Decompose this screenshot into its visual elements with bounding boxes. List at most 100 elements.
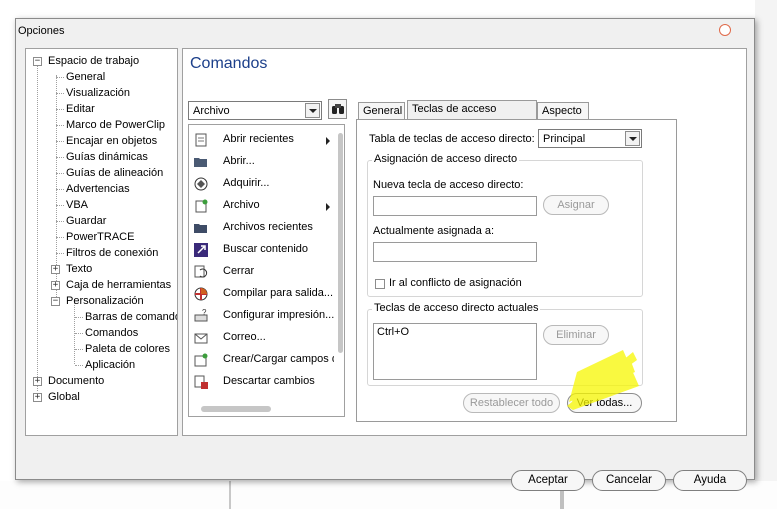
tree-item[interactable]: Caja de herramientas (66, 277, 171, 293)
goto-conflict-checkbox[interactable] (375, 279, 385, 289)
tree-item[interactable]: Marco de PowerClip (66, 117, 165, 133)
chevron-down-icon[interactable] (305, 103, 320, 118)
command-list-item[interactable]: Abrir recientes (189, 129, 334, 151)
category-combo[interactable]: Archivo (188, 101, 322, 120)
page-title: Comandos (190, 55, 268, 72)
assign-button[interactable]: Asignar (543, 195, 609, 215)
expand-icon[interactable]: + (33, 393, 42, 402)
collapse-icon[interactable]: − (33, 57, 42, 66)
tree-item[interactable]: Guardar (66, 213, 106, 229)
binoculars-search-icon[interactable] (328, 99, 347, 119)
chevron-down-icon[interactable] (625, 131, 640, 146)
command-list-item[interactable]: Crear/Cargar campos de (189, 349, 334, 371)
tree-guide-line (56, 109, 64, 110)
command-list-item[interactable]: Cerrar (189, 261, 334, 283)
tab-general[interactable]: General (358, 102, 405, 119)
tree-item[interactable]: Guías dinámicas (66, 149, 148, 165)
print-setup-icon: ? (193, 308, 209, 324)
accept-button[interactable]: Aceptar (511, 470, 585, 491)
category-combo-value: Archivo (193, 104, 230, 117)
shortcut-table-label: Tabla de teclas de acceso directo: (369, 133, 535, 145)
submenu-arrow-icon (326, 137, 330, 145)
window-title: Opciones (18, 25, 65, 37)
tab-appearance[interactable]: Aspecto (537, 102, 589, 119)
tree-item[interactable]: Paleta de colores (85, 341, 170, 357)
tree-guide-line (56, 173, 64, 174)
tree-item[interactable]: Global (48, 389, 80, 405)
delete-button[interactable]: Eliminar (543, 325, 609, 345)
tree-item[interactable]: Personalización (66, 293, 144, 309)
tree-item[interactable]: Filtros de conexión (66, 245, 158, 261)
assign-group-title: Asignación de acceso directo (372, 153, 520, 165)
expand-icon[interactable]: + (33, 377, 42, 386)
horizontal-scrollbar[interactable] (201, 406, 271, 412)
cancel-button[interactable]: Cancelar (592, 470, 666, 491)
tree-guide-line (75, 317, 83, 318)
current-shortcuts-title: Teclas de acceso directo actuales (372, 302, 541, 314)
tree-item[interactable]: Texto (66, 261, 92, 277)
tree-item[interactable]: PowerTRACE (66, 229, 134, 245)
submenu-arrow-icon (326, 203, 330, 211)
new-key-label: Nueva tecla de acceso directo: (373, 179, 524, 191)
tree-guide-line (56, 237, 64, 238)
tab-general-label: General (363, 105, 403, 117)
tree-item[interactable]: General (66, 69, 105, 85)
tree-item[interactable]: Advertencias (66, 181, 130, 197)
options-tree[interactable]: − Espacio de trabajo General Visualización E… (25, 48, 178, 436)
command-label: Crear/Cargar campos de (223, 353, 334, 365)
tree-guide-line (37, 61, 38, 391)
tree-item[interactable]: Barras de comandos (85, 309, 177, 325)
current-assigned-label: Actualmente asignada a: (373, 225, 495, 237)
expand-icon[interactable]: + (51, 281, 60, 290)
tree-item[interactable]: Encajar en objetos (66, 133, 157, 149)
tree-item[interactable]: Aplicación (85, 357, 135, 373)
assign-shortcut-group: Asignación de acceso directo Nueva tecla… (367, 153, 643, 297)
tree-guide-line (75, 333, 83, 334)
tree-guide-line (56, 77, 64, 78)
command-list-item[interactable]: Abrir... (189, 151, 334, 173)
command-list-item[interactable]: Descartar cambios (189, 371, 334, 393)
tree-guide-line (56, 93, 64, 94)
tree-item[interactable]: VBA (66, 197, 88, 213)
tab-appearance-label: Aspecto (542, 105, 582, 117)
command-list[interactable]: Descartar cambios Crear/Cargar campos de C… (188, 124, 345, 417)
command-label: Cerrar (223, 265, 255, 277)
shortcut-table-combo[interactable]: Principal (538, 129, 642, 148)
tree-guide-line (75, 365, 83, 366)
tree-item[interactable]: Comandos (85, 325, 138, 341)
tree-item[interactable]: Espacio de trabajo (48, 53, 139, 69)
tree-item[interactable]: Documento (48, 373, 104, 389)
highlighter-mark (567, 350, 639, 410)
folder-icon (193, 220, 209, 236)
command-list-item[interactable]: Archivos recientes (189, 217, 334, 239)
command-label: Correo... (223, 331, 266, 343)
command-label: Descartar cambios (223, 375, 315, 387)
compile-icon (193, 286, 209, 302)
vertical-scrollbar[interactable] (338, 133, 343, 353)
command-list-item[interactable]: ? Configurar impresión... (189, 305, 334, 327)
new-key-input[interactable] (373, 196, 537, 216)
tree-item[interactable]: Editar (66, 101, 95, 117)
current-shortcuts-list[interactable]: Ctrl+O (373, 323, 537, 380)
help-button[interactable]: Ayuda (673, 470, 747, 491)
title-bar[interactable]: Opciones (16, 19, 754, 43)
command-list-item[interactable]: Compilar para salida... (189, 283, 334, 305)
command-list-item[interactable]: Archivo (189, 195, 334, 217)
command-label: Configurar impresión... (223, 309, 334, 321)
collapse-icon[interactable]: − (51, 297, 60, 306)
reset-all-button[interactable]: Restablecer todo (463, 393, 560, 413)
discard-icon (193, 374, 209, 390)
shortcut-table-combo-value: Principal (543, 132, 586, 145)
command-list-item[interactable]: Correo... (189, 327, 334, 349)
tab-shortcuts[interactable]: Teclas de acceso directo (407, 100, 537, 131)
acquire-icon (193, 176, 209, 192)
expand-icon[interactable]: + (51, 265, 60, 274)
command-list-item[interactable]: Adquirir... (189, 173, 334, 195)
close-button[interactable] (719, 24, 731, 36)
tree-item[interactable]: Visualización (66, 85, 130, 101)
current-assigned-field (373, 242, 537, 262)
command-list-item[interactable]: Buscar contenido (189, 239, 334, 261)
background-area (755, 0, 777, 509)
tree-guide-line (56, 157, 64, 158)
tree-item[interactable]: Guías de alineación (66, 165, 163, 181)
